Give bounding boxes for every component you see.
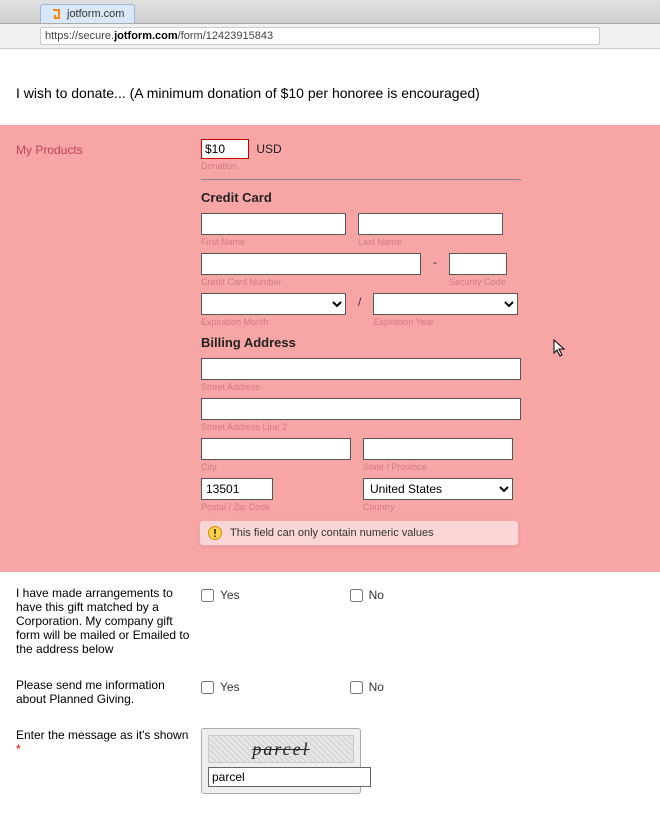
exp-month-sublabel: Expiration Month <box>201 317 346 327</box>
street-address2-sublabel: Street Address Line 2 <box>201 422 521 432</box>
jotform-favicon <box>51 8 63 20</box>
credit-card-heading: Credit Card <box>201 190 644 205</box>
planned-giving-label: Please send me information about Planned… <box>16 678 201 706</box>
url-input[interactable]: https://secure.jotform.com/form/12423915… <box>40 27 600 45</box>
divider <box>201 179 521 180</box>
exp-year-sublabel: Expiration Year <box>373 317 518 327</box>
browser-tab-bar: jotform.com <box>0 0 660 24</box>
gift-match-yes-checkbox[interactable] <box>201 589 214 602</box>
state-input[interactable] <box>363 438 513 460</box>
cc-number-sublabel: Credit Card Number <box>201 277 421 287</box>
planned-giving-no-checkbox[interactable] <box>350 681 363 694</box>
gift-match-question: I have made arrangements to have this gi… <box>16 586 644 656</box>
planned-giving-no[interactable]: No <box>350 680 384 694</box>
gift-match-label: I have made arrangements to have this gi… <box>16 586 201 656</box>
last-name-sublabel: Last Name <box>358 237 503 247</box>
captcha-image: parcel <box>208 735 354 763</box>
billing-heading: Billing Address <box>201 335 644 350</box>
gift-match-no[interactable]: No <box>350 588 384 602</box>
planned-giving-yes[interactable]: Yes <box>201 680 240 694</box>
exp-month-select[interactable] <box>201 293 346 315</box>
first-name-sublabel: First Name <box>201 237 346 247</box>
street-address-input[interactable] <box>201 358 521 380</box>
last-name-input[interactable] <box>358 213 503 235</box>
required-asterisk: * <box>16 742 21 756</box>
captcha-label: Enter the message as it's shown * <box>16 728 201 756</box>
security-code-input[interactable] <box>449 253 507 275</box>
page-headline: I wish to donate... (A minimum donation … <box>16 85 644 101</box>
city-input[interactable] <box>201 438 351 460</box>
zip-input[interactable] <box>201 478 273 500</box>
zip-sublabel: Postal / Zip Code <box>201 502 273 512</box>
captcha-input[interactable] <box>208 767 371 787</box>
street-address-sublabel: Street Address <box>201 382 521 392</box>
dash-separator: - <box>433 255 437 269</box>
country-select[interactable]: United States <box>363 478 513 500</box>
security-code-sublabel: Security Code <box>449 277 507 287</box>
donation-input[interactable] <box>201 139 249 159</box>
payment-label: My Products <box>16 139 201 157</box>
warning-icon <box>208 526 222 540</box>
slash-separator: / <box>358 295 361 309</box>
error-text: This field can only contain numeric valu… <box>230 527 434 539</box>
error-bubble: This field can only contain numeric valu… <box>199 520 519 546</box>
first-name-input[interactable] <box>201 213 346 235</box>
payment-section: My Products USD Donation Credit Card Fir… <box>0 125 660 572</box>
browser-tab[interactable]: jotform.com <box>40 4 135 23</box>
donation-sublabel: Donation <box>201 161 644 171</box>
planned-giving-yes-checkbox[interactable] <box>201 681 214 694</box>
tab-title: jotform.com <box>67 8 124 20</box>
state-sublabel: State / Province <box>363 462 513 472</box>
street-address2-input[interactable] <box>201 398 521 420</box>
address-bar: https://secure.jotform.com/form/12423915… <box>0 24 660 49</box>
gift-match-yes[interactable]: Yes <box>201 588 240 602</box>
city-sublabel: City <box>201 462 351 472</box>
currency-label: USD <box>256 142 281 156</box>
captcha-box: parcel <box>201 728 361 794</box>
captcha-section: Enter the message as it's shown * parcel <box>16 728 644 794</box>
cc-number-input[interactable] <box>201 253 421 275</box>
country-sublabel: Country <box>363 502 513 512</box>
gift-match-no-checkbox[interactable] <box>350 589 363 602</box>
exp-year-select[interactable] <box>373 293 518 315</box>
planned-giving-question: Please send me information about Planned… <box>16 678 644 706</box>
